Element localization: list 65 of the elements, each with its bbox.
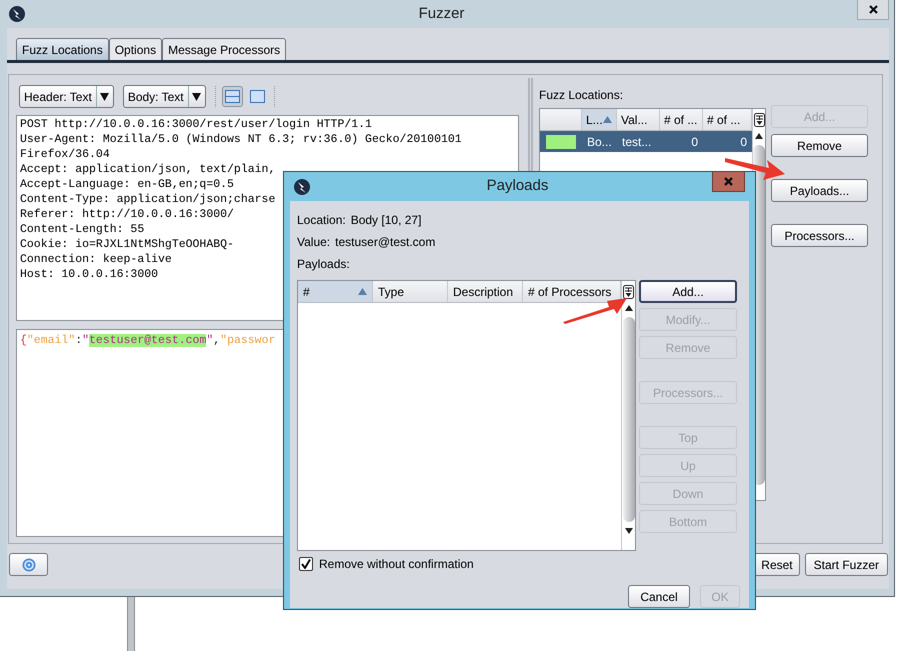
field-label: Value: bbox=[297, 234, 330, 251]
column-header[interactable]: # of ... bbox=[660, 109, 703, 130]
window-title: Fuzzer bbox=[418, 4, 466, 24]
section-label: Fuzz Locations: bbox=[539, 87, 624, 102]
app-logo-icon bbox=[8, 5, 26, 23]
sort-arrow-icon bbox=[358, 288, 367, 295]
field-value: Body [10, 27] bbox=[350, 212, 422, 229]
scroll-down-icon bbox=[624, 528, 632, 534]
column-header[interactable]: # bbox=[298, 281, 373, 302]
code-line: Firefox/36.04 bbox=[20, 147, 110, 162]
code-line: User-Agent: Mozilla/5.0 (Windows NT 6.3; rv:36.0) Gecko/20100101 bbox=[20, 132, 462, 147]
scroll-up-icon bbox=[755, 133, 763, 139]
code-line: Content-Length: 55 bbox=[20, 222, 144, 237]
table-cell-text: test... bbox=[622, 134, 652, 150]
column-header[interactable]: L... bbox=[582, 109, 617, 130]
tab[interactable]: Fuzz Locations bbox=[16, 38, 109, 60]
table-cell-text: 0 bbox=[740, 134, 747, 150]
button[interactable]: Payloads... bbox=[771, 179, 868, 202]
code-line: POST http://10.0.0.16:3000/rest/user/login HTTP/1.1 bbox=[20, 117, 372, 132]
field-value: testuser@test.com bbox=[335, 234, 436, 251]
dialog-title: Payloads bbox=[486, 176, 550, 196]
view-dropdown[interactable]: Header: Text bbox=[19, 85, 114, 108]
button[interactable]: Cancel bbox=[628, 585, 690, 608]
pole bbox=[127, 597, 135, 651]
close-icon bbox=[868, 5, 878, 14]
dropdown-arrow-icon bbox=[100, 92, 110, 100]
annotation-arrow bbox=[563, 298, 627, 324]
check-icon bbox=[301, 559, 311, 569]
view-dropdown[interactable]: Body: Text bbox=[122, 85, 206, 108]
code-line: Cookie: io=RJXL1NtMShgTeOOHABQ- bbox=[20, 237, 234, 252]
split-layout-icon bbox=[224, 90, 240, 103]
scroll-up-icon bbox=[624, 305, 632, 311]
sort-arrow-icon bbox=[603, 116, 612, 123]
dropdown-arrow-icon bbox=[192, 92, 202, 100]
close-button[interactable] bbox=[857, 0, 889, 20]
close-icon bbox=[724, 177, 733, 186]
code-line: Referer: http://10.0.0.16:3000/ bbox=[20, 207, 234, 222]
button[interactable]: Remove bbox=[771, 134, 868, 157]
column-header[interactable]: Type bbox=[373, 281, 448, 302]
checkbox[interactable] bbox=[299, 557, 313, 571]
app-logo-icon bbox=[293, 178, 311, 196]
code-line: Host: 10.0.0.16:3000 bbox=[20, 267, 158, 282]
button[interactable]: Processors... bbox=[771, 224, 868, 247]
single-layout-icon bbox=[250, 90, 265, 103]
column-header[interactable]: # of ... bbox=[703, 109, 752, 130]
field-label: Payloads: bbox=[297, 256, 350, 273]
column-header[interactable]: Description bbox=[448, 281, 523, 302]
code-line: Accept: application/json, text/plain, bbox=[20, 162, 276, 177]
layout-toggle[interactable] bbox=[222, 86, 243, 107]
checkbox-label: Remove without confirmation bbox=[319, 556, 474, 573]
scrollbar-thumb[interactable] bbox=[622, 317, 634, 522]
table-cell-text: 0 bbox=[691, 134, 698, 150]
table-cell-text: Bo... bbox=[587, 134, 612, 150]
column-header[interactable]: Val... bbox=[617, 109, 660, 130]
table-row[interactable]: Bo... test... 0 0 bbox=[540, 131, 752, 152]
code-line: Content-Type: application/json;charse bbox=[20, 192, 276, 207]
code-line: Accept-Language: en-GB,en;q=0.5 bbox=[20, 177, 234, 192]
tab[interactable]: Message Processors bbox=[162, 38, 286, 60]
code-line: {"email":"testuser@test.com","passwor bbox=[20, 333, 276, 348]
button[interactable]: Start Fuzzer bbox=[804, 553, 888, 576]
help-button[interactable] bbox=[9, 553, 48, 576]
button[interactable]: Add... bbox=[639, 280, 737, 303]
code-line: Connection: keep-alive bbox=[20, 252, 172, 267]
tab[interactable]: Options bbox=[108, 38, 162, 60]
field-label: Location: bbox=[297, 212, 346, 229]
